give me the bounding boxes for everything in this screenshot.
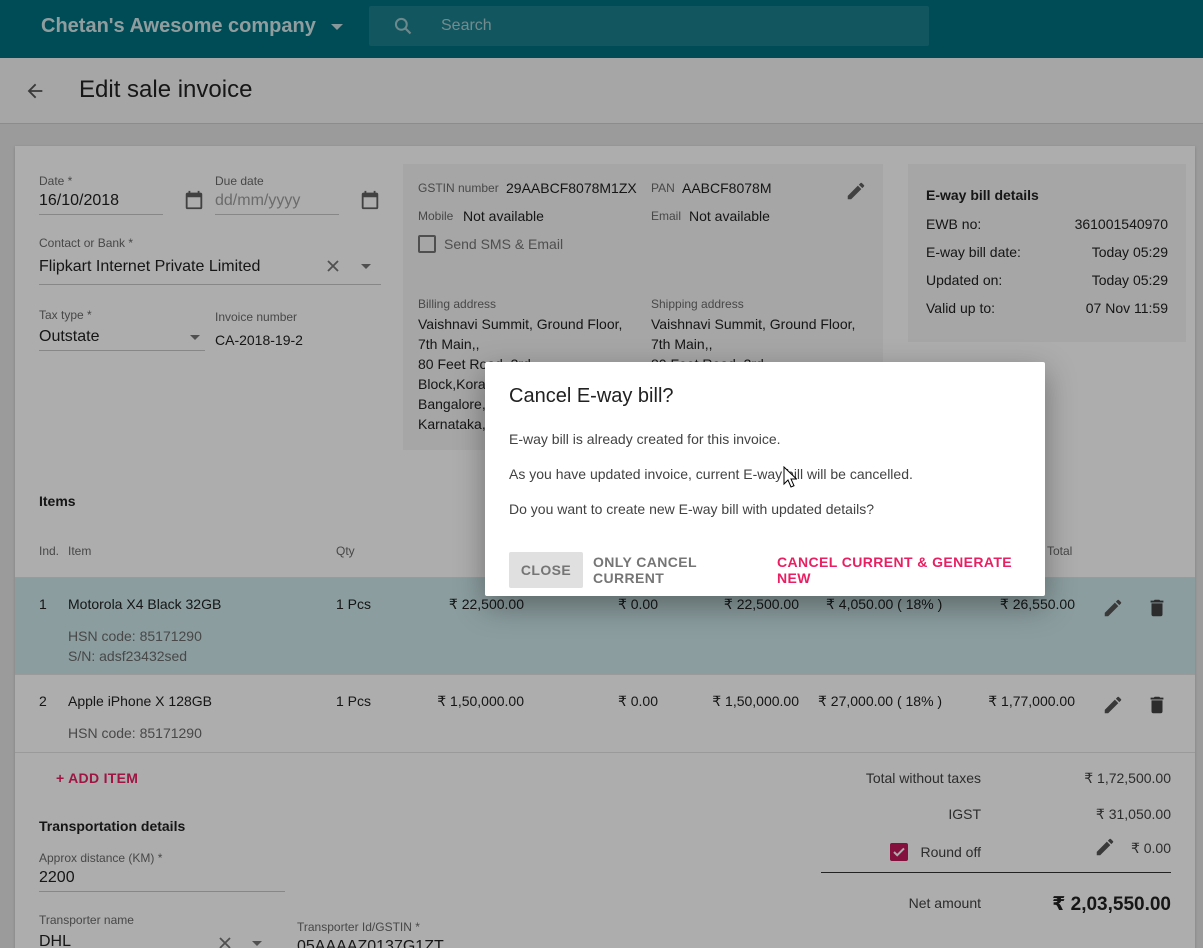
dialog-line-1: E-way bill is already created for this i… <box>509 431 781 447</box>
only-cancel-current-button[interactable]: Only cancel current <box>593 552 759 588</box>
dialog-title: Cancel E-way bill? <box>509 385 674 407</box>
cancel-eway-dialog: Cancel E-way bill? E-way bill is already… <box>485 362 1045 596</box>
mouse-cursor-icon <box>783 466 797 488</box>
dialog-line-3: Do you want to create new E-way bill wit… <box>509 501 874 517</box>
close-button[interactable]: Close <box>509 552 583 588</box>
dialog-line-2: As you have updated invoice, current E-w… <box>509 466 913 482</box>
cancel-and-generate-button[interactable]: Cancel current & generate new <box>777 552 1029 588</box>
